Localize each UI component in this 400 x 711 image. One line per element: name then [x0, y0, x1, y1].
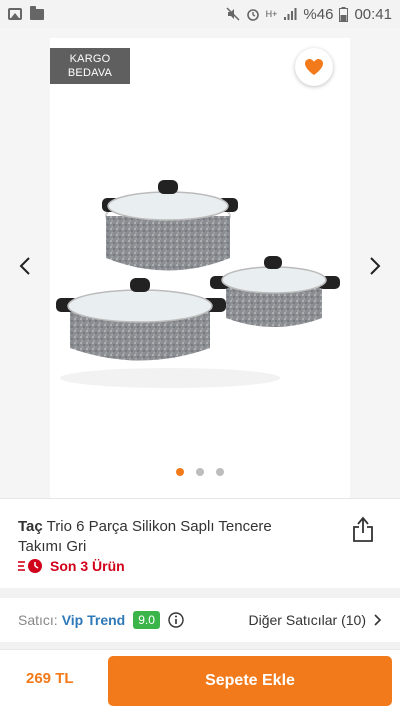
purchase-bar: 269 TL Sepete Ekle [0, 650, 400, 711]
info-icon[interactable] [168, 612, 184, 628]
section-divider [0, 642, 400, 650]
carousel-indicator [0, 468, 400, 476]
product-info: Taç Trio 6 Parça Silikon Saplı Tencere T… [0, 498, 400, 588]
mute-icon [226, 7, 240, 21]
seller-score-badge: 9.0 [133, 611, 160, 629]
status-bar: H+ %46 00:41 [0, 0, 400, 28]
carousel-dot[interactable] [196, 468, 204, 476]
badge-line-2: BEDAVA [67, 67, 113, 79]
other-sellers-link[interactable]: Diğer Satıcılar (10) [249, 612, 382, 628]
carousel-dot[interactable] [176, 468, 184, 476]
signal-icon [284, 8, 297, 20]
add-to-cart-button[interactable]: Sepete Ekle [108, 656, 392, 706]
share-button[interactable] [350, 515, 376, 543]
chevron-left-icon [19, 257, 30, 275]
section-divider [0, 588, 400, 598]
stock-warning: Son 3 Ürün [18, 558, 125, 574]
favorite-button[interactable] [295, 48, 333, 86]
carousel-dot[interactable] [216, 468, 224, 476]
previous-image-button[interactable] [15, 256, 35, 276]
image-icon [8, 8, 22, 20]
seller-label: Satıcı: [18, 612, 58, 628]
alarm-icon [246, 9, 259, 21]
badge-line-1: KARGO [69, 53, 111, 65]
product-brand[interactable]: Taç [18, 518, 43, 535]
product-name: Trio 6 Parça Silikon Saplı Tencere Takım… [18, 518, 272, 555]
battery-percent: %46 [303, 5, 334, 23]
product-image-carousel[interactable]: KARGO BEDAVA [0, 28, 400, 498]
clock-icon [18, 559, 42, 573]
network-type: H+ [265, 9, 278, 19]
stock-text: Son 3 Ürün [50, 558, 125, 574]
chevron-right-icon [370, 257, 381, 275]
seller-name-link[interactable]: Vip Trend [62, 612, 126, 628]
clock-time: 00:41 [354, 5, 392, 23]
free-shipping-badge: KARGO BEDAVA [50, 48, 130, 84]
cookware-set-illustration [56, 180, 340, 388]
next-image-button[interactable] [365, 256, 385, 276]
other-sellers-label: Diğer Satıcılar (10) [248, 612, 366, 628]
folder-icon [30, 5, 44, 20]
battery-icon [339, 6, 349, 22]
chevron-right-icon [374, 614, 382, 626]
share-icon [353, 516, 373, 542]
heart-icon [305, 59, 323, 75]
seller-row[interactable]: Satıcı: Vip Trend 9.0 Diğer Satıcılar (1… [0, 598, 400, 642]
product-title: Taç Trio 6 Parça Silikon Saplı Tencere T… [18, 517, 318, 557]
product-price: 269 TL [26, 670, 74, 687]
